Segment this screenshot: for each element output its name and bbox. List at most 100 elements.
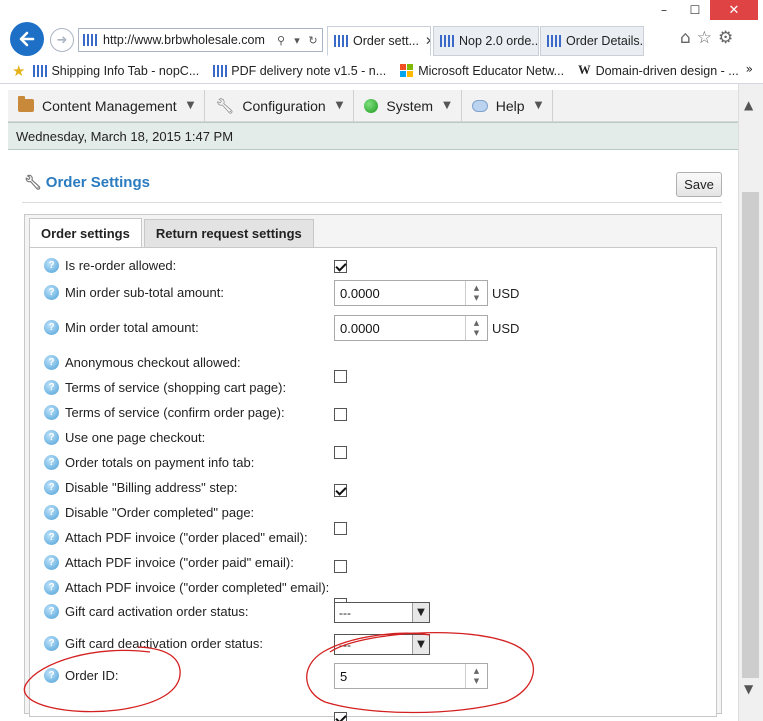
spinner-arrows-icon[interactable]: ▲ ▼ bbox=[465, 664, 487, 688]
setting-checkbox[interactable] bbox=[334, 560, 347, 573]
add-favorite-icon[interactable]: ★ bbox=[12, 62, 25, 80]
browser-tab-nop-order[interactable]: Nop 2.0 orde... bbox=[433, 26, 539, 56]
number-input[interactable]: 5 ▲ ▼ bbox=[334, 663, 488, 689]
address-text[interactable]: http://www.brbwholesale.com bbox=[103, 33, 274, 47]
setting-label: Anonymous checkout allowed: bbox=[65, 355, 241, 370]
tab-return-request-settings[interactable]: Return request settings bbox=[143, 219, 314, 247]
number-input[interactable]: 0.0000 ▲ ▼ bbox=[334, 315, 488, 341]
help-hint-icon[interactable]: ? bbox=[44, 430, 59, 445]
numeric-stepper-input[interactable]: 0.0000 ▲ ▼ USD bbox=[334, 315, 519, 341]
close-window-button[interactable]: ✕ bbox=[710, 0, 758, 20]
number-value[interactable]: 0.0000 bbox=[335, 321, 465, 336]
save-button[interactable]: Save bbox=[676, 172, 722, 197]
favorite-link[interactable]: Shipping Info Tab - nopC... bbox=[33, 64, 199, 78]
scroll-down-icon[interactable]: ▼ bbox=[744, 682, 753, 696]
back-button[interactable] bbox=[10, 22, 44, 56]
number-value[interactable]: 5 bbox=[335, 669, 465, 684]
setting-row: ? Is re-order allowed: bbox=[44, 258, 176, 273]
minimize-button[interactable]: – bbox=[648, 0, 680, 20]
setting-label: Disable "Order completed" page: bbox=[65, 505, 255, 520]
site-favicon-icon bbox=[440, 35, 454, 47]
tab-order-settings[interactable]: Order settings bbox=[29, 218, 142, 248]
help-hint-icon[interactable]: ? bbox=[44, 636, 59, 651]
spinner-arrows-icon[interactable]: ▲ ▼ bbox=[465, 281, 487, 305]
help-hint-icon[interactable]: ? bbox=[44, 580, 59, 595]
refresh-icon[interactable]: ↻ bbox=[306, 34, 320, 47]
address-bar[interactable]: http://www.brbwholesale.com ⚲ ▾ ↻ bbox=[78, 28, 323, 52]
spinner-arrows-icon[interactable]: ▲ ▼ bbox=[465, 316, 487, 340]
menu-configuration[interactable]: 🔧︎ Configuration ▼ bbox=[205, 89, 355, 122]
setting-checkbox[interactable] bbox=[334, 446, 347, 459]
browser-tab-order-details[interactable]: Order Details... bbox=[540, 26, 644, 56]
wikipedia-icon: W bbox=[578, 63, 591, 77]
close-tab-icon[interactable]: ✕ bbox=[425, 34, 430, 48]
menu-system[interactable]: System ▼ bbox=[354, 89, 462, 122]
help-hint-icon[interactable]: ? bbox=[44, 355, 59, 370]
setting-row: ? Use one page checkout: bbox=[44, 430, 205, 445]
settings-gear-icon[interactable]: ⚙ bbox=[718, 28, 733, 48]
scrollbar-thumb[interactable] bbox=[742, 192, 759, 678]
number-input[interactable]: 0.0000 ▲ ▼ bbox=[334, 280, 488, 306]
select-value[interactable]: --- bbox=[335, 638, 412, 652]
favorite-link[interactable]: PDF delivery note v1.5 - n... bbox=[213, 64, 386, 78]
menu-label: Help bbox=[495, 97, 525, 114]
help-hint-icon[interactable]: ? bbox=[44, 455, 59, 470]
setting-checkbox[interactable] bbox=[334, 712, 347, 721]
setting-label: Min order sub-total amount: bbox=[65, 285, 224, 300]
scroll-up-icon[interactable]: ▲ bbox=[744, 98, 753, 112]
setting-label: Is re-order allowed: bbox=[65, 258, 177, 273]
setting-checkbox[interactable] bbox=[334, 370, 347, 383]
site-favicon-icon bbox=[213, 64, 228, 77]
dropdown-icon[interactable]: ▾ bbox=[290, 34, 304, 47]
status-select[interactable]: --- ▼ bbox=[334, 634, 430, 655]
vertical-scrollbar[interactable]: ▲ ▼ bbox=[738, 84, 763, 721]
help-hint-icon[interactable]: ? bbox=[44, 604, 59, 619]
favorite-link[interactable]: Microsoft Educator Netw... bbox=[400, 64, 564, 78]
maximize-button[interactable]: ☐ bbox=[680, 0, 710, 20]
numeric-stepper-input[interactable]: 5 ▲ ▼ bbox=[334, 663, 488, 689]
back-arrow-icon bbox=[19, 31, 35, 47]
setting-row: ? Disable "Billing address" step: bbox=[44, 480, 238, 495]
favorites-star-icon[interactable]: ☆ bbox=[697, 28, 712, 48]
setting-label: Gift card activation order status: bbox=[65, 604, 249, 619]
setting-checkbox[interactable] bbox=[334, 408, 347, 421]
search-icon[interactable]: ⚲ bbox=[274, 34, 288, 47]
site-favicon-icon bbox=[334, 35, 348, 47]
favorite-link[interactable]: W Domain-driven design - ... bbox=[578, 63, 739, 78]
status-select[interactable]: --- ▼ bbox=[334, 602, 430, 623]
help-hint-icon[interactable]: ? bbox=[44, 668, 59, 683]
number-value[interactable]: 0.0000 bbox=[335, 286, 465, 301]
help-hint-icon[interactable]: ? bbox=[44, 285, 59, 300]
chevron-down-icon[interactable]: ▼ bbox=[412, 635, 429, 654]
favorites-overflow-icon[interactable]: » bbox=[746, 62, 753, 76]
menu-help[interactable]: Help ▼ bbox=[462, 89, 554, 122]
setting-checkbox[interactable] bbox=[334, 260, 347, 273]
home-icon[interactable]: ⌂ bbox=[680, 28, 691, 48]
setting-checkbox[interactable] bbox=[334, 484, 347, 497]
setting-row: ? Min order total amount: bbox=[44, 320, 199, 335]
menu-label: Content Management bbox=[42, 97, 177, 114]
help-hint-icon[interactable]: ? bbox=[44, 320, 59, 335]
menu-label: Configuration bbox=[242, 97, 326, 114]
favorites-bar: ★ Shipping Info Tab - nopC... PDF delive… bbox=[0, 58, 763, 84]
wrench-icon: 🔧︎ bbox=[215, 96, 235, 115]
folder-icon bbox=[18, 96, 34, 112]
browser-tab-order-settings[interactable]: Order sett... ✕ bbox=[327, 26, 431, 56]
help-hint-icon[interactable]: ? bbox=[44, 258, 59, 273]
help-hint-icon[interactable]: ? bbox=[44, 380, 59, 395]
help-hint-icon[interactable]: ? bbox=[44, 530, 59, 545]
help-hint-icon[interactable]: ? bbox=[44, 505, 59, 520]
setting-row: ? Terms of service (shopping cart page): bbox=[44, 380, 286, 395]
numeric-stepper-input[interactable]: 0.0000 ▲ ▼ USD bbox=[334, 280, 519, 306]
menu-content-management[interactable]: Content Management ▼ bbox=[8, 89, 206, 122]
help-hint-icon[interactable]: ? bbox=[44, 405, 59, 420]
setting-row: ? Order ID: bbox=[44, 668, 118, 683]
forward-button[interactable]: ➜ bbox=[50, 28, 74, 52]
chevron-down-icon[interactable]: ▼ bbox=[412, 603, 429, 622]
help-hint-icon[interactable]: ? bbox=[44, 555, 59, 570]
setting-checkbox[interactable] bbox=[334, 522, 347, 535]
help-hint-icon[interactable]: ? bbox=[44, 480, 59, 495]
setting-label: Disable "Billing address" step: bbox=[65, 480, 238, 495]
select-value[interactable]: --- bbox=[335, 606, 412, 620]
setting-label: Use one page checkout: bbox=[65, 430, 206, 445]
